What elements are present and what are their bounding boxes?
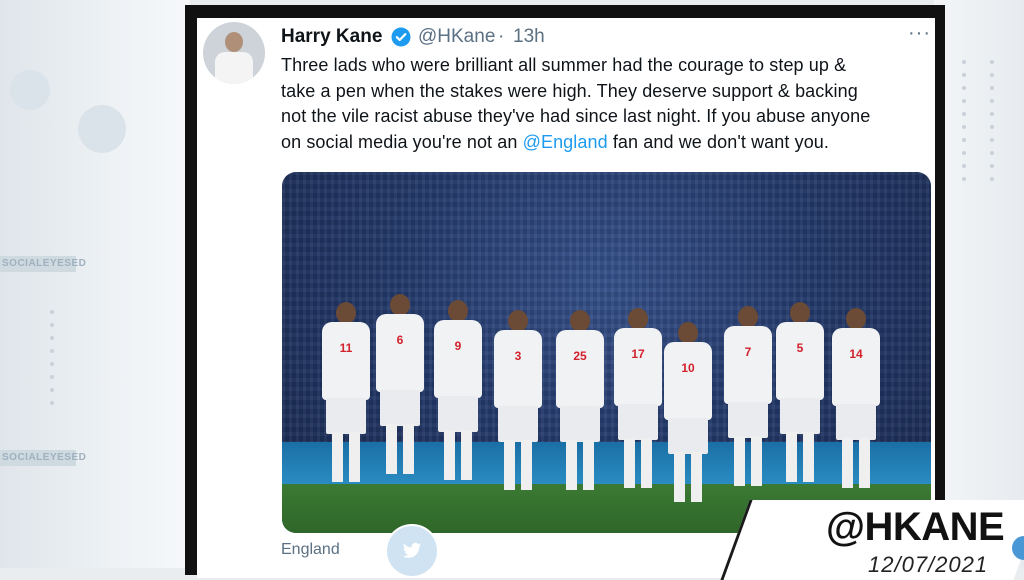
player-shirt-number: 25 [556, 330, 604, 408]
player-shirt-number: 10 [664, 342, 712, 420]
player-shirt-number: 3 [494, 330, 542, 408]
tweet-text-fragment: on social media you're not an [281, 131, 523, 152]
more-options-icon[interactable]: ··· [908, 22, 931, 45]
player-shirt-number: 6 [376, 314, 424, 392]
tweet-text-line: take a pen when the stakes were high. Th… [281, 80, 858, 101]
verified-badge-icon [391, 27, 411, 47]
twitter-bird-icon [385, 524, 439, 578]
player-shirt-number: 9 [434, 320, 482, 398]
player-shirt-number: 17 [614, 328, 662, 406]
player-shirt-number: 14 [832, 328, 880, 406]
author-name[interactable]: Harry Kane [281, 26, 382, 48]
background-right-panel [934, 0, 1024, 568]
photo-source-label: England [281, 541, 340, 558]
meta-separator: · [498, 26, 505, 47]
background-tag: SOCIALEYESED [0, 256, 86, 272]
author-handle[interactable]: @HKane [418, 26, 495, 48]
decorative-dots [50, 310, 58, 414]
photo-advertising-boards [282, 442, 931, 487]
tweet-text-line: not the vile racist abuse they've had si… [281, 106, 871, 126]
player-shirt-number: 11 [322, 322, 370, 400]
background-tag: SOCIALEYESED [0, 450, 86, 466]
decorative-circle [10, 70, 50, 110]
overlay-handle: @HKANE [826, 505, 1005, 549]
tweet-text: Three lads who were brilliant all summer… [281, 53, 931, 155]
tweet-text-line: Three lads who were brilliant all summer… [281, 55, 847, 75]
tweet-text-fragment: fan and we don't want you. [607, 131, 830, 152]
tweet-timestamp[interactable]: 13h [513, 26, 545, 48]
overlay-date: 12/07/2021 [868, 552, 989, 577]
decorative-circle [78, 105, 126, 153]
decorative-dots [962, 60, 970, 190]
player-shirt-number: 7 [724, 326, 772, 404]
mention-link[interactable]: @England [523, 132, 608, 152]
tweet-photo[interactable]: 11 6 9 3 25 17 10 7 5 14 [282, 172, 931, 533]
avatar[interactable] [203, 22, 265, 84]
player-shirt-number: 5 [776, 322, 824, 400]
decorative-dots [990, 60, 998, 190]
tweet-text-line: on social media you're not an @England f… [281, 130, 931, 156]
